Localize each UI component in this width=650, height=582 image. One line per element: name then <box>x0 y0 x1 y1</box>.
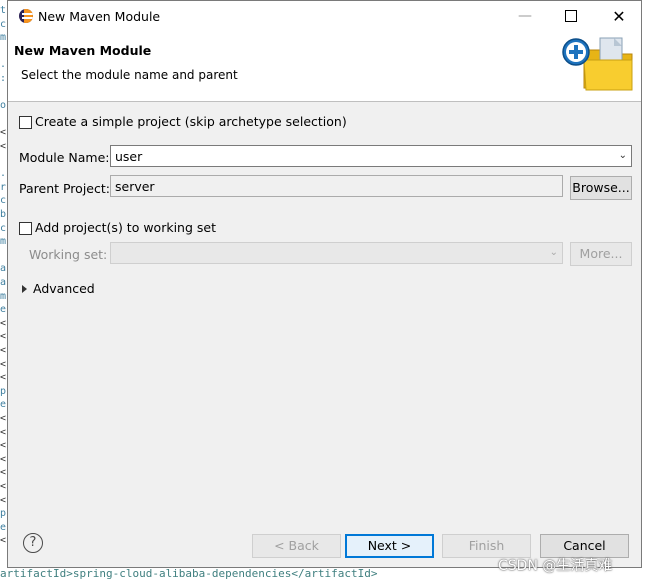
wizard-banner: New Maven Module Select the module name … <box>8 32 641 102</box>
parent-project-label: Parent Project: <box>19 181 110 196</box>
simple-project-label: Create a simple project (skip archetype … <box>35 114 347 129</box>
chevron-down-icon[interactable]: ⌄ <box>550 247 558 258</box>
next-button[interactable]: Next > <box>345 534 434 558</box>
window-title: New Maven Module <box>38 9 161 24</box>
module-name-combo[interactable]: user ⌄ <box>110 145 632 167</box>
working-set-label: Working set: <box>29 247 108 262</box>
back-button[interactable]: < Back <box>252 534 341 558</box>
close-icon[interactable]: ✕ <box>596 1 642 32</box>
help-icon[interactable]: ? <box>23 533 43 553</box>
watermark: CSDN @生活真难 <box>498 558 613 574</box>
working-set-toggle-label: Add project(s) to working set <box>35 220 216 235</box>
maximize-icon[interactable] <box>548 1 594 32</box>
parent-project-field: server <box>110 175 563 197</box>
advanced-section-label[interactable]: Advanced <box>33 281 95 296</box>
module-name-label: Module Name: <box>19 150 110 165</box>
working-set-combo[interactable]: ⌄ <box>110 242 563 264</box>
browse-button[interactable]: Browse... <box>570 176 632 200</box>
title-bar[interactable]: New Maven Module — ✕ <box>8 1 641 32</box>
background-editor-text: artifactId>spring-cloud-alibaba-dependen… <box>0 567 378 580</box>
simple-project-checkbox[interactable] <box>19 116 32 129</box>
more-button[interactable]: More... <box>570 242 632 266</box>
module-name-value: user <box>115 149 143 164</box>
chevron-down-icon[interactable]: ⌄ <box>619 150 627 161</box>
wizard-page-title: New Maven Module <box>14 43 152 58</box>
parent-project-value: server <box>115 179 155 194</box>
wizard-page-description: Select the module name and parent <box>21 68 238 82</box>
new-folder-wizard-icon <box>562 37 633 91</box>
working-set-checkbox[interactable] <box>19 222 32 235</box>
new-maven-module-dialog: New Maven Module — ✕ New Maven Module Se… <box>7 0 642 568</box>
eclipse-app-icon <box>19 9 33 23</box>
minimize-icon[interactable]: — <box>502 1 548 32</box>
expand-arrow-icon[interactable] <box>22 285 27 293</box>
